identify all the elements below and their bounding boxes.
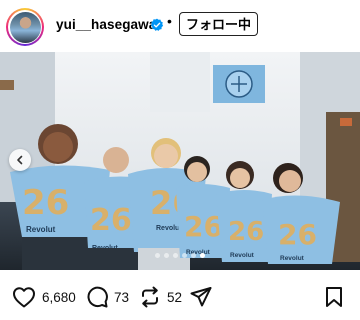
carousel-indicator	[0, 253, 360, 258]
jersey-number: 26	[278, 218, 317, 251]
instagram-post: yui__hasegawa • フォロー中 26 Revolut 26 26 R…	[0, 0, 360, 320]
avatar	[9, 11, 41, 43]
username-link[interactable]: yui__hasegawa	[56, 17, 156, 32]
post-photo[interactable]: 26 Revolut 26 Revolut 26 Revolut	[0, 52, 360, 270]
carousel-dot	[173, 253, 178, 258]
separator-dot: •	[167, 13, 172, 29]
comments-count[interactable]: 73	[114, 290, 129, 305]
jersey-number: 26	[184, 210, 223, 243]
jersey-number: 26	[90, 203, 132, 238]
repost-action[interactable]: 52	[139, 286, 182, 308]
carousel-dot	[155, 253, 160, 258]
carousel-dot	[164, 253, 169, 258]
post-header: yui__hasegawa • フォロー中	[0, 0, 360, 52]
repost-icon	[142, 286, 158, 308]
story-ring[interactable]	[6, 8, 44, 46]
save-action[interactable]	[324, 286, 344, 308]
following-button[interactable]: フォロー中	[179, 12, 259, 36]
likes-count[interactable]: 6,680	[42, 290, 76, 305]
chevron-left-icon	[17, 155, 23, 165]
team-photo-illustration: 26 Revolut 26 Revolut 26 Revolut	[0, 52, 360, 270]
verified-badge-icon	[150, 18, 164, 31]
previous-slide-button[interactable]	[9, 149, 31, 171]
reposts-count[interactable]: 52	[167, 290, 182, 305]
sponsor-text: Revolut	[26, 225, 56, 234]
jersey-number: 26	[228, 217, 264, 247]
carousel-dot	[182, 253, 187, 258]
send-icon	[190, 287, 212, 307]
comment-action[interactable]: 73	[86, 286, 129, 308]
carousel-dot-active	[200, 253, 205, 258]
heart-icon	[13, 287, 35, 308]
carousel-dot	[191, 253, 196, 258]
comment-icon	[87, 286, 108, 308]
like-action[interactable]: 6,680	[12, 286, 76, 308]
bookmark-icon	[326, 287, 342, 307]
jersey-number: 26	[22, 183, 69, 223]
action-bar: 6,680 73 52	[0, 278, 360, 318]
share-action[interactable]	[190, 286, 212, 308]
